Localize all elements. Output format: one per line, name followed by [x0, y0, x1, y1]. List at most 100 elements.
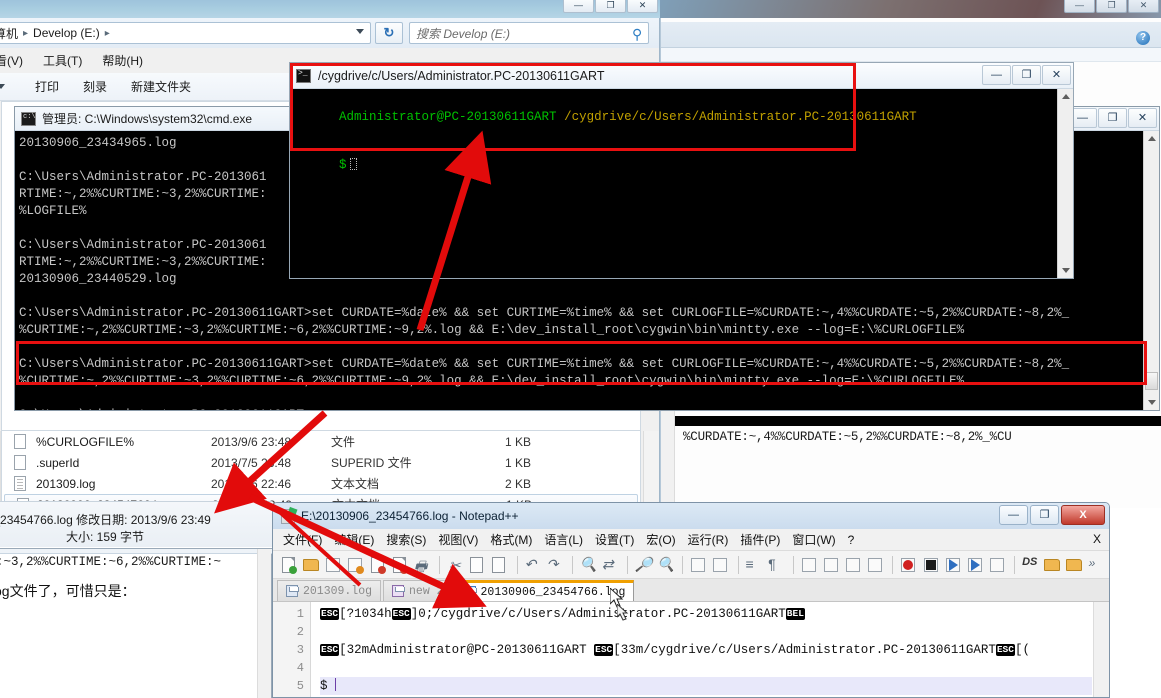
scroll-down-icon[interactable]: [1062, 268, 1070, 273]
user-lang-icon[interactable]: [821, 555, 840, 575]
minimize-button[interactable]: —: [1064, 0, 1095, 13]
print-icon[interactable]: 🖶: [412, 555, 431, 575]
sync-scroll-h-icon[interactable]: [710, 555, 729, 575]
find-icon[interactable]: 🔍: [578, 555, 597, 575]
organize-chevron-icon[interactable]: [0, 84, 5, 89]
menu-item-window[interactable]: 窗口(W): [786, 529, 841, 550]
record-macro-icon[interactable]: [898, 555, 917, 575]
table-row[interactable]: %CURLOGFILE% 2013/9/6 23:48 文件 1 KB: [2, 431, 640, 452]
redo-icon[interactable]: ↷: [545, 555, 564, 575]
folder-as-workspace-icon[interactable]: [1064, 555, 1083, 575]
menu-item-view[interactable]: 看(V): [0, 49, 33, 72]
show-all-chars-icon[interactable]: ¶: [766, 555, 785, 575]
copy-icon[interactable]: [467, 555, 486, 575]
undo-icon[interactable]: ↶: [522, 555, 541, 575]
top-window-controls-right[interactable]: — ❐ ✕: [1064, 0, 1161, 14]
tab-20130906-23454766-log[interactable]: 20130906_23454766.log: [454, 580, 635, 601]
menu-item-plugins[interactable]: 插件(P): [734, 529, 786, 550]
function-list-icon[interactable]: [865, 555, 884, 575]
save-all-icon[interactable]: [345, 555, 364, 575]
close-button[interactable]: ✕: [1128, 108, 1157, 128]
refresh-button[interactable]: ↻: [375, 22, 403, 44]
background-left-scrollbar[interactable]: [257, 549, 271, 698]
cmd-scrollbar[interactable]: [1143, 131, 1159, 410]
sync-scroll-v-icon[interactable]: [688, 555, 707, 575]
maximize-button[interactable]: ❐: [1030, 505, 1059, 525]
tab-new-2[interactable]: new 2: [383, 580, 453, 601]
notepadpp-menu-bar[interactable]: 文件(F) 编辑(E) 搜索(S) 视图(V) 格式(M) 语言(L) 设置(T…: [273, 529, 1109, 551]
notepadpp-window-controls[interactable]: — ❐ X: [997, 505, 1105, 525]
minimize-button[interactable]: —: [982, 65, 1011, 85]
word-wrap-icon[interactable]: ≡: [744, 555, 763, 575]
notepadpp-toolbar[interactable]: 🖶 ✂ ↶ ↷ 🔍 ⇄ 🔎 🔍 ≡ ¶ DS »: [273, 551, 1109, 579]
maximize-button[interactable]: ❐: [595, 0, 626, 13]
mintty-window[interactable]: /cygdrive/c/Users/Administrator.PC-20130…: [289, 62, 1074, 279]
notepadpp-tab-bar[interactable]: 201309.log new 2 20130906_23454766.log: [273, 579, 1109, 602]
close-file-icon[interactable]: [368, 555, 387, 575]
more-icon[interactable]: »: [1087, 555, 1106, 575]
top-window-controls-left[interactable]: — ❐ ✕: [563, 0, 661, 14]
scroll-down-icon[interactable]: [1148, 400, 1156, 405]
breadcrumb-current[interactable]: Develop (E:): [33, 26, 100, 40]
maximize-button[interactable]: ❐: [1098, 108, 1127, 128]
menu-item-view[interactable]: 视图(V): [432, 529, 484, 550]
ds-icon[interactable]: DS: [1020, 555, 1039, 575]
close-button[interactable]: ✕: [1128, 0, 1159, 13]
notepadpp-title-bar[interactable]: E:\20130906_23454766.log - Notepad++ — ❐…: [273, 503, 1109, 529]
table-row[interactable]: 201309.log 2013/9/6 22:46 文本文档 2 KB: [2, 473, 640, 494]
toolbar-print[interactable]: 打印: [23, 74, 71, 99]
notepadpp-window[interactable]: E:\20130906_23454766.log - Notepad++ — ❐…: [272, 502, 1110, 698]
menu-item-language[interactable]: 语言(L): [538, 529, 589, 550]
scrollbar-thumb[interactable]: [1145, 372, 1158, 390]
cmd-window-controls[interactable]: — ❐ ✕: [1067, 108, 1157, 128]
mintty-terminal-output[interactable]: Administrator@PC-20130611GART /cygdrive/…: [290, 89, 1057, 278]
close-button[interactable]: ✕: [627, 0, 658, 13]
menu-item-file[interactable]: 文件(F): [277, 529, 328, 550]
tab-201309-log[interactable]: 201309.log: [277, 580, 382, 601]
menu-item-run[interactable]: 运行(R): [682, 529, 735, 550]
open-folder-icon[interactable]: [1042, 555, 1061, 575]
new-file-icon[interactable]: [279, 555, 298, 575]
menu-item-search[interactable]: 搜索(S): [380, 529, 432, 550]
notepadpp-code-area[interactable]: ESC[?1034hESC]0;/cygdrive/c/Users/Admini…: [312, 602, 1092, 697]
terminal-input-line[interactable]: $: [294, 141, 1057, 189]
stop-macro-icon[interactable]: [921, 555, 940, 575]
scroll-up-icon[interactable]: [1148, 136, 1156, 141]
mintty-title-bar[interactable]: /cygdrive/c/Users/Administrator.PC-20130…: [290, 63, 1073, 89]
close-button[interactable]: X: [1061, 505, 1105, 525]
menu-item-settings[interactable]: 设置(T): [589, 529, 640, 550]
save-macro-icon[interactable]: [987, 555, 1006, 575]
close-document-button[interactable]: X: [1093, 532, 1101, 546]
background-window-left[interactable]: :~3,2%%CURTIME:~6,2%%CURTIME:~ og文件了，可惜只…: [0, 548, 272, 698]
mintty-scrollbar[interactable]: [1057, 89, 1073, 278]
close-button[interactable]: ✕: [1042, 65, 1071, 85]
close-all-icon[interactable]: [390, 555, 409, 575]
mintty-window-controls[interactable]: — ❐ ✕: [981, 65, 1071, 85]
indent-guide-icon[interactable]: [799, 555, 818, 575]
menu-item-help[interactable]: ?: [842, 531, 861, 549]
playback-multiple-icon[interactable]: [965, 555, 984, 575]
doc-map-icon[interactable]: [843, 555, 862, 575]
paste-icon[interactable]: [489, 555, 508, 575]
zoom-out-icon[interactable]: 🔍: [655, 555, 674, 575]
chevron-down-icon[interactable]: [356, 29, 364, 34]
scroll-up-icon[interactable]: [1062, 94, 1070, 99]
menu-item-macro[interactable]: 宏(O): [640, 529, 681, 550]
menu-item-format[interactable]: 格式(M): [484, 529, 538, 550]
play-macro-icon[interactable]: [943, 555, 962, 575]
toolbar-burn[interactable]: 刻录: [71, 74, 119, 99]
zoom-in-icon[interactable]: 🔎: [633, 555, 652, 575]
notepadpp-scrollbar[interactable]: [1093, 602, 1109, 697]
replace-icon[interactable]: ⇄: [600, 555, 619, 575]
minimize-button[interactable]: —: [999, 505, 1028, 525]
breadcrumb-root[interactable]: 算机: [0, 25, 18, 42]
cut-icon[interactable]: ✂: [445, 555, 464, 575]
open-file-icon[interactable]: [301, 555, 320, 575]
minimize-button[interactable]: —: [563, 0, 594, 13]
maximize-button[interactable]: ❐: [1012, 65, 1041, 85]
address-box[interactable]: 算机 ▸ Develop (E:) ▸: [0, 22, 371, 44]
maximize-button[interactable]: ❐: [1096, 0, 1127, 13]
menu-item-help[interactable]: 帮助(H): [92, 49, 153, 72]
search-input[interactable]: 搜索 Develop (E:) ⚲: [409, 22, 649, 44]
save-icon[interactable]: [323, 555, 342, 575]
